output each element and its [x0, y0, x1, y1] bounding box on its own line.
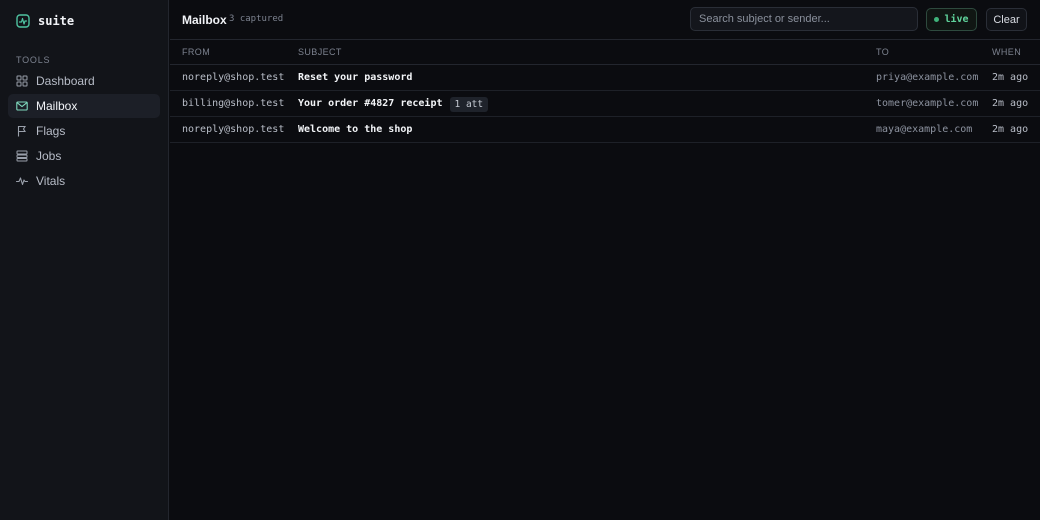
column-header-when[interactable]: WHEN	[992, 47, 1021, 57]
live-label: live	[944, 14, 969, 25]
row-to: maya@example.com	[876, 124, 973, 135]
grid-icon	[16, 75, 28, 87]
attachment-badge: 1 att	[449, 96, 489, 112]
row-subject: Your order #4827 receipt 1 att	[298, 96, 489, 112]
row-to: priya@example.com	[876, 72, 979, 83]
page-title: Mailbox	[182, 13, 227, 27]
sidebar-item-label: Flags	[36, 124, 66, 138]
flag-icon	[16, 125, 28, 137]
live-status-dot	[934, 17, 940, 22]
sidebar-nav: Dashboard Mailbox Flags Jobs Vitals	[8, 69, 160, 194]
row-when: 2m ago	[992, 124, 1029, 135]
sidebar-item-label: Mailbox	[36, 99, 78, 113]
live-toggle-button[interactable]: live	[926, 8, 977, 31]
table-row[interactable]: noreply@shop.test Reset your password pr…	[170, 65, 1040, 91]
row-subject-text: Reset your password	[298, 72, 413, 83]
layers-icon	[16, 150, 28, 162]
sidebar-item-dashboard[interactable]: Dashboard	[8, 69, 160, 93]
row-from: billing@shop.test	[182, 98, 285, 109]
sidebar: suite TOOLS Dashboard Mailbox Flags Jobs…	[0, 0, 169, 520]
column-header-subject[interactable]: SUBJECT	[298, 47, 342, 57]
row-subject-text: Your order #4827 receipt	[298, 98, 443, 109]
row-to: tomer@example.com	[876, 98, 979, 109]
table-header: FROM SUBJECT TO WHEN	[170, 40, 1040, 65]
row-when: 2m ago	[992, 98, 1029, 109]
page-header: Mailbox 3 captured live Clear	[170, 0, 1040, 40]
mail-icon	[16, 100, 28, 112]
sidebar-item-label: Dashboard	[36, 74, 95, 88]
sidebar-item-flags[interactable]: Flags	[8, 119, 160, 143]
sidebar-item-jobs[interactable]: Jobs	[8, 144, 160, 168]
row-when: 2m ago	[992, 72, 1029, 83]
sidebar-item-mailbox[interactable]: Mailbox	[8, 94, 160, 118]
row-subject: Welcome to the shop	[298, 122, 412, 138]
table-row[interactable]: billing@shop.test Your order #4827 recei…	[170, 91, 1040, 117]
table-row[interactable]: noreply@shop.test Welcome to the shop ma…	[170, 117, 1040, 143]
brand[interactable]: suite	[16, 12, 74, 30]
main-panel: Mailbox 3 captured live Clear FROM SUBJE…	[170, 0, 1040, 520]
row-subject: Reset your password	[298, 70, 412, 86]
pulse-icon	[16, 175, 28, 187]
column-header-to[interactable]: TO	[876, 47, 889, 57]
sidebar-section-label: TOOLS	[16, 55, 51, 65]
brand-name: suite	[38, 14, 75, 28]
clear-button[interactable]: Clear	[986, 8, 1027, 31]
row-from: noreply@shop.test	[182, 124, 285, 135]
column-header-from[interactable]: FROM	[182, 47, 210, 57]
row-subject-text: Welcome to the shop	[298, 124, 413, 135]
search-input[interactable]	[690, 7, 918, 31]
sidebar-item-label: Vitals	[36, 174, 66, 188]
row-from: noreply@shop.test	[182, 72, 285, 83]
mail-table: FROM SUBJECT TO WHEN noreply@shop.test R…	[170, 40, 1040, 143]
activity-logo-icon	[16, 14, 30, 28]
sidebar-item-vitals[interactable]: Vitals	[8, 169, 160, 193]
sidebar-item-label: Jobs	[36, 149, 62, 163]
captured-count: 3 captured	[229, 14, 284, 24]
